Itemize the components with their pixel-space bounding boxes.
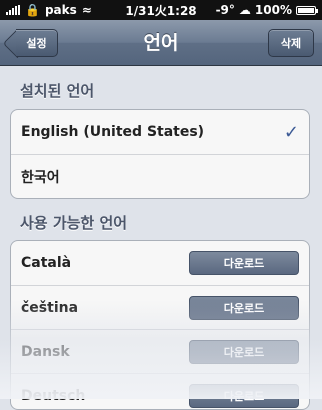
status-time: 1/31火1:28: [125, 3, 197, 18]
status-bar: 🔒 paks ≈ 1/31火1:28 -9° ☁ 100%: [0, 0, 322, 20]
language-row-cestina: čeština 다운로드: [11, 285, 309, 329]
language-name: Català: [21, 255, 72, 271]
download-button[interactable]: 다운로드: [189, 295, 299, 320]
language-name: English (United States): [21, 124, 205, 140]
available-languages-group: Català 다운로드 čeština 다운로드 Dansk 다운로드 Deut…: [10, 240, 310, 410]
language-name: Deutsch: [21, 387, 86, 404]
language-name: 한국어: [21, 169, 60, 186]
back-button[interactable]: 설정: [16, 29, 58, 57]
download-button[interactable]: 다운로드: [189, 383, 299, 408]
checkmark-icon: ✓: [283, 121, 299, 143]
language-name: Dansk: [21, 343, 70, 360]
installed-languages-group: English (United States) ✓ 한국어: [10, 109, 310, 199]
nav-bar: 언어 설정 삭제: [0, 20, 322, 66]
back-button-wrap: 설정: [4, 20, 64, 66]
installed-languages-header: 설치된 언어: [20, 82, 95, 100]
language-row-catala: Català 다운로드: [11, 241, 309, 285]
download-button[interactable]: 다운로드: [189, 251, 299, 275]
battery-icon: [296, 5, 318, 15]
language-name: čeština: [21, 299, 79, 316]
language-row-korean[interactable]: 한국어: [11, 154, 309, 198]
available-languages-header: 사용 가능한 언어: [20, 214, 128, 232]
language-row-deutsch: Deutsch 다운로드: [11, 373, 309, 409]
language-row-dansk: Dansk 다운로드: [11, 329, 309, 373]
delete-button[interactable]: 삭제: [268, 29, 314, 57]
language-row-english[interactable]: English (United States) ✓: [11, 110, 309, 154]
download-button[interactable]: 다운로드: [189, 339, 299, 364]
